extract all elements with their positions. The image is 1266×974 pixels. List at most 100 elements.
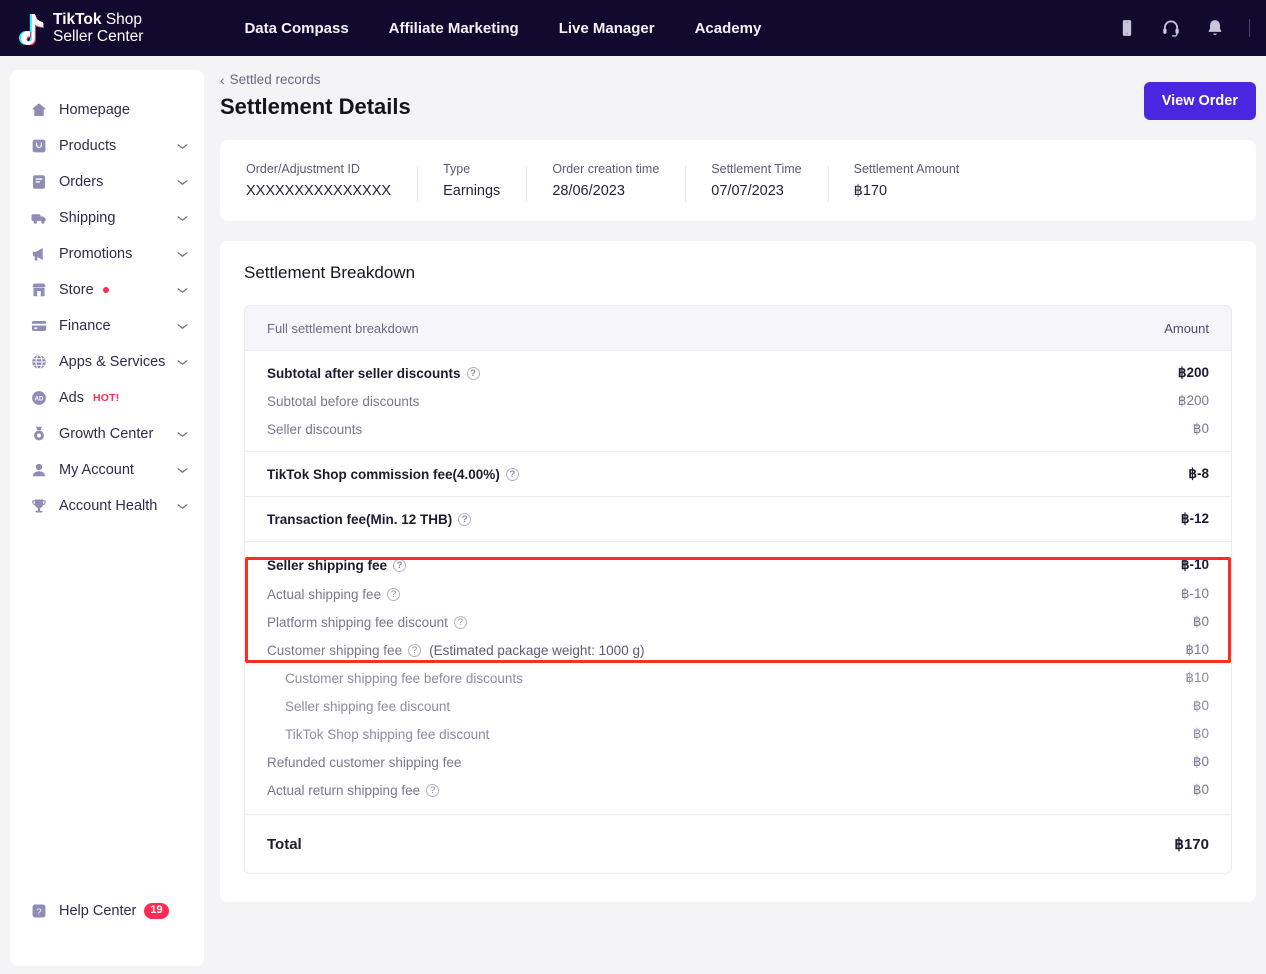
table-row: Customer shipping fee? (Estimated package… [245,636,1231,664]
help-icon[interactable]: ? [458,513,471,526]
row-amount: ฿0 [1193,614,1209,630]
meta-label: Settlement Time [711,162,801,176]
sidebar-label: Homepage [59,102,130,118]
row-note: (Estimated package weight: 1000 g) [429,643,644,658]
chevron-down-icon[interactable] [177,287,188,294]
meta-order-creation-time: Order creation time 28/06/2023 [526,162,685,199]
table-row: Platform shipping fee discount? ฿0 [245,608,1231,636]
chevron-down-icon[interactable] [177,323,188,330]
mobile-icon[interactable] [1117,18,1137,38]
sidebar-item-store[interactable]: Store [10,272,204,308]
help-icon[interactable]: ? [426,784,439,797]
help-icon[interactable]: ? [387,588,400,601]
sidebar-item-orders[interactable]: Orders [10,164,204,200]
meta-value: 28/06/2023 [552,183,659,199]
headset-icon[interactable] [1161,18,1181,38]
sidebar-item-homepage[interactable]: Homepage [10,92,204,128]
sidebar-item-growth-center[interactable]: Growth Center [10,416,204,452]
ads-hot-tag: HOT! [93,392,119,404]
brand-logo-block[interactable]: TikTok Shop Seller Center [14,11,143,46]
view-order-button[interactable]: View Order [1144,82,1256,120]
medal-icon [30,425,48,443]
nav-link-academy[interactable]: Academy [695,20,762,37]
table-group-commission: TikTok Shop commission fee(4.00%)? ฿-8 [245,451,1231,496]
chevron-down-icon[interactable] [177,215,188,222]
sidebar-item-finance[interactable]: Finance [10,308,204,344]
sidebar-label: Shipping [59,210,115,226]
row-label: Actual shipping fee [267,587,381,602]
row-label: Customer shipping fee before discounts [285,671,523,686]
sidebar-label: Account Health [59,498,157,514]
help-icon[interactable]: ? [467,367,480,380]
row-label: Actual return shipping fee [267,783,420,798]
sidebar-label: Apps & Services [59,354,165,370]
chevron-down-icon[interactable] [177,359,188,366]
tiktok-logo-icon [14,11,46,45]
total-label: Total [267,836,302,853]
nav-link-affiliate-marketing[interactable]: Affiliate Marketing [389,20,519,37]
sidebar-label: Growth Center [59,426,153,442]
help-icon[interactable]: ? [454,616,467,629]
store-notification-dot [103,287,109,293]
sidebar-item-apps-services[interactable]: Apps & Services [10,344,204,380]
sidebar-item-my-account[interactable]: My Account [10,452,204,488]
user-icon [30,461,48,479]
svg-text:AD: AD [35,396,44,402]
sidebar-label: Help Center [59,903,136,919]
table-row: Seller shipping fee? ฿-10 [245,550,1231,580]
row-label: Subtotal after seller discounts [267,366,461,381]
sidebar-item-help-center[interactable]: ? Help Center 19 [10,893,204,929]
page-header: ‹ Settled records Settlement Details Vie… [204,56,1266,120]
table-row-total: Total ฿170 [245,823,1231,865]
sidebar-item-products[interactable]: Products [10,128,204,164]
meta-value: XXXXXXXXXXXXXXX [246,183,391,199]
table-row: Actual return shipping fee? ฿0 [245,776,1231,804]
breadcrumb-label: Settled records [230,72,321,87]
row-label: Platform shipping fee discount [267,615,448,630]
ads-icon: AD [30,389,48,407]
chevron-down-icon[interactable] [177,431,188,438]
help-icon[interactable]: ? [506,468,519,481]
sidebar-item-account-health[interactable]: Account Health [10,488,204,524]
sidebar-label: Ads [59,390,84,406]
sidebar-item-shipping[interactable]: Shipping [10,200,204,236]
help-icon[interactable]: ? [408,644,421,657]
column-header-breakdown: Full settlement breakdown [267,321,419,336]
top-nav-links: Data Compass Affiliate Marketing Live Ma… [244,20,761,37]
nav-link-data-compass[interactable]: Data Compass [244,20,348,37]
chevron-down-icon[interactable] [177,503,188,510]
row-label: Seller shipping fee [267,558,387,573]
brand-name-bold: TikTok [53,11,102,28]
chevron-down-icon[interactable] [177,143,188,150]
brand-text: TikTok Shop Seller Center [53,11,143,46]
store-icon [30,281,48,299]
sidebar-item-ads[interactable]: AD Ads HOT! [10,380,204,416]
bell-icon[interactable] [1205,18,1225,38]
table-row: Refunded customer shipping fee ฿0 [245,748,1231,776]
row-amount: ฿-10 [1181,586,1209,602]
sidebar-item-promotions[interactable]: Promotions [10,236,204,272]
nav-link-live-manager[interactable]: Live Manager [559,20,655,37]
help-icon[interactable]: ? [393,559,406,572]
row-amount: ฿10 [1185,642,1209,658]
meta-label: Order/Adjustment ID [246,162,391,176]
row-amount: ฿-10 [1181,557,1209,573]
breadcrumb[interactable]: ‹ Settled records [220,72,320,87]
table-row: Actual shipping fee? ฿-10 [245,580,1231,608]
chevron-down-icon[interactable] [177,179,188,186]
table-row: TikTok Shop shipping fee discount ฿0 [245,720,1231,748]
meta-value: Earnings [443,183,500,199]
order-summary-card: Order/Adjustment ID XXXXXXXXXXXXXXX Type… [220,140,1256,221]
chevron-down-icon[interactable] [177,251,188,258]
meta-label: Settlement Amount [854,162,960,176]
row-amount: ฿-8 [1188,466,1209,482]
chevron-down-icon[interactable] [177,467,188,474]
card-icon [30,317,48,335]
list-icon [30,173,48,191]
table-row: Customer shipping fee before discounts ฿… [245,664,1231,692]
row-amount: ฿200 [1178,365,1209,381]
row-label: Customer shipping fee [267,643,402,658]
sidebar-label: Store [59,282,94,298]
sidebar: Homepage Products Orders Shipping [10,70,204,966]
table-row: Subtotal before discounts ฿200 [245,387,1231,415]
